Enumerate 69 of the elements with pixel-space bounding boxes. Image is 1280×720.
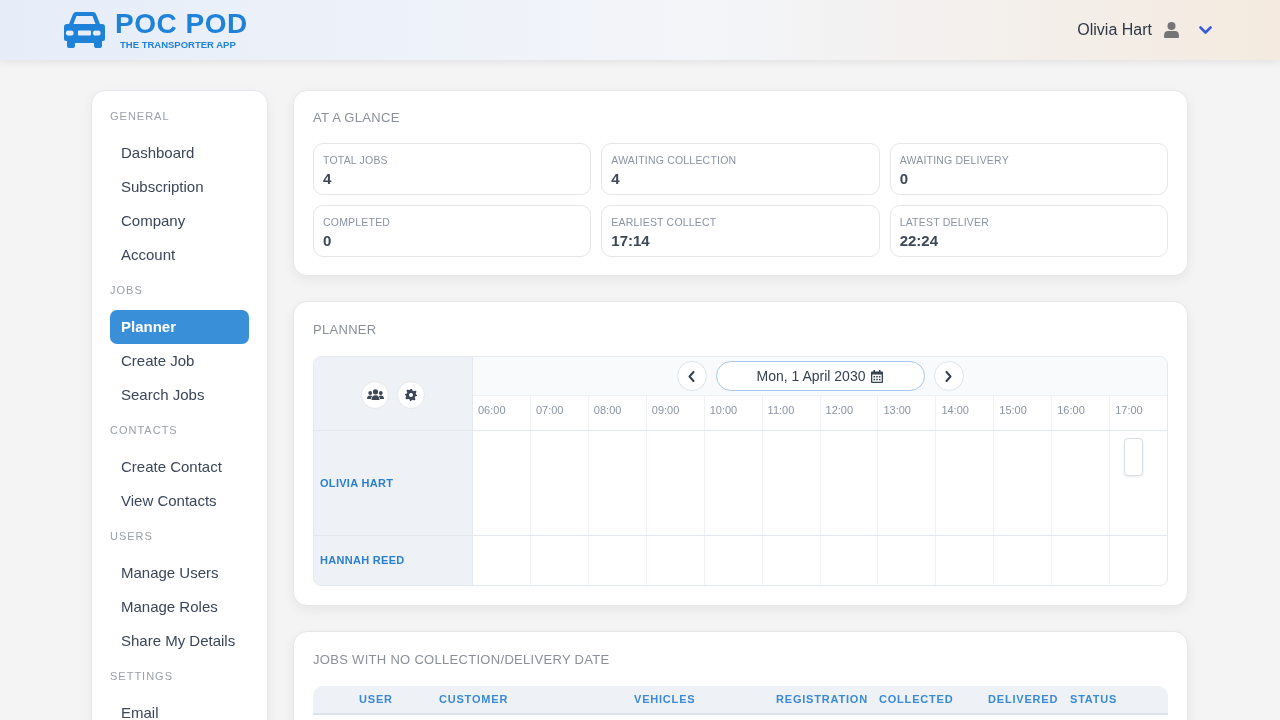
settings-icon [405,388,417,401]
section-label: GENERAL [110,109,171,124]
section-label: CONTACTS [110,423,179,438]
hour-label: 11:00 [761,396,820,430]
card-title: PLANNER [313,321,378,339]
sidebar-item[interactable]: Share My Details [110,624,249,658]
settings-button[interactable] [397,380,425,409]
sidebar-item[interactable]: Dashboard [110,136,249,170]
section-label: USERS [110,529,154,544]
column-header: STATUS [1070,692,1118,708]
driver-name[interactable]: OLIVIA HART [320,474,394,492]
previous-day-button[interactable] [676,361,707,391]
chevron-down-icon[interactable] [1199,25,1212,35]
sidebar-item[interactable]: Create Job [110,344,249,378]
hour-label: 06:00 [477,403,507,418]
stat-value: 0 [323,231,333,251]
stat-label: COMPLETED [323,215,392,229]
stat-value: 17:14 [611,231,651,251]
card-title: JOBS WITH NO COLLECTION/DELIVERY DATE [313,651,611,669]
sidebar-item[interactable]: Create Contact [110,450,249,484]
hour-label: 07:00 [529,396,588,430]
user-name[interactable]: Olivia Hart [1077,18,1152,42]
stat-value: 0 [899,169,909,189]
driver-name[interactable]: HANNAH REED [320,552,405,569]
column-header: USER [359,692,393,708]
stat-value: 4 [611,169,621,189]
logo-title: POC POD [115,9,248,38]
column-header: DELIVERED [988,692,1059,708]
hour-label: 16:00 [1051,396,1110,430]
hour-label: 09:00 [645,396,704,430]
hour-label: 14:00 [935,396,994,430]
sidebar-item[interactable]: Email [110,696,249,720]
stat-value: 4 [323,169,333,189]
stat-label: AWAITING COLLECTION [611,153,738,167]
calendar-icon [871,369,884,383]
sidebar-item[interactable]: Manage Roles [110,590,249,624]
column-header: REGISTRATION [776,692,868,708]
stat-label: EARLIEST COLLECT [611,215,718,229]
stat-label: TOTAL JOBS [323,153,389,167]
column-header: CUSTOMER [439,692,509,708]
stat-value: 22:24 [899,231,940,251]
date-picker-button[interactable]: Mon, 1 April 2030 [715,361,925,391]
section-label: SETTINGS [110,669,174,684]
column-header: VEHICLES [634,692,696,708]
chevron-right-icon [945,370,952,382]
stat-label: AWAITING DELIVERY [899,153,1010,167]
car-logo-icon [64,12,105,48]
sidebar-item[interactable]: Manage Users [110,556,249,590]
hour-label: 08:00 [587,396,646,430]
sidebar-item[interactable]: Subscription [110,170,249,204]
sidebar-item[interactable]: View Contacts [110,484,249,518]
user-icon[interactable] [1164,22,1179,38]
stat-label: LATEST DELIVER [899,215,990,229]
sidebar-item[interactable]: Account [110,238,249,272]
team-button[interactable] [361,380,389,409]
column-header: COLLECTED [879,692,954,708]
chevron-left-icon [688,370,695,382]
logo-subtitle: THE TRANSPORTER APP [120,38,237,51]
group-icon [366,389,384,400]
hour-label: 10:00 [703,396,762,430]
hour-label: 17:00 [1109,396,1167,430]
hour-label: 13:00 [877,396,936,430]
hour-label: 15:00 [993,396,1052,430]
sidebar-item[interactable]: Company [110,204,249,238]
card-title: AT A GLANCE [313,109,401,127]
hour-label: 12:00 [819,396,878,430]
section-label: JOBS [110,283,144,298]
next-day-button[interactable] [933,361,964,391]
sidebar-item[interactable]: Search Jobs [110,378,249,412]
